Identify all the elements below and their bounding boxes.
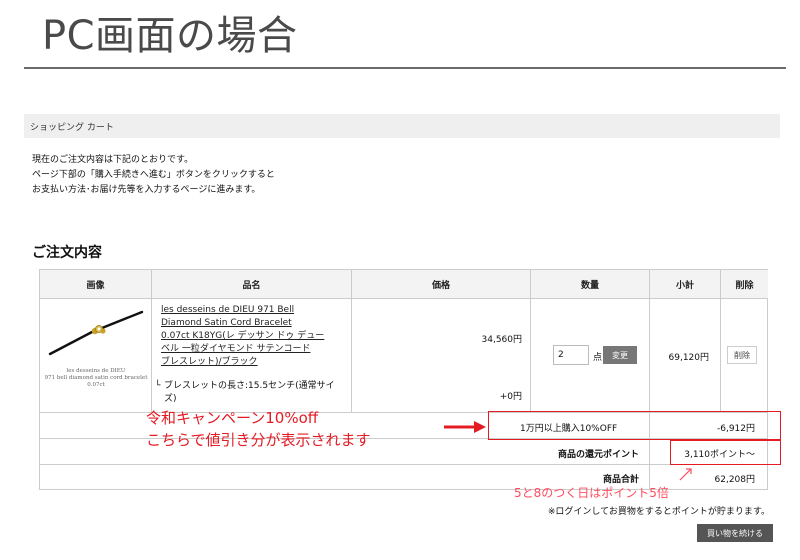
quantity-input[interactable] [553,345,589,365]
product-name-line: 0.07ct K18YG(レ デッサン ドゥ デュー [161,331,325,341]
order-section-title: ご注文内容 [32,245,102,261]
points-highlight-box [670,440,781,465]
login-note: ※ログインしてお買物をするとポイントが貯まります。 [547,507,770,517]
product-name-line: ブレスレット)/ブラック [161,357,258,367]
column-header-delete: 削除 [721,270,768,298]
option-text: ブレスレットの長さ:15.5センチ(通常サイ [164,381,335,391]
option-price: +0円 [499,392,522,402]
discount-highlight-box [488,411,781,440]
image-caption: 0.07ct [87,382,105,388]
product-name-line: les desseins de DIEU 971 Bell [161,305,295,315]
arrow-up-right-icon [679,468,692,481]
product-image[interactable]: les desseins de DIEU 971 bell diamond sa… [44,306,148,406]
total-value: 62,208円 [714,475,756,485]
option-text: ズ) [164,394,177,404]
bracelet-image [48,310,144,356]
quantity-unit: 点 [593,353,603,363]
points-label: 商品の還元ポイント [557,450,639,460]
column-divider [649,270,650,490]
column-divider [351,270,352,412]
product-price: 34,560円 [481,335,523,345]
row-divider [40,464,767,465]
intro-line: 現在のご注文内容は下記のとおりです。 [32,155,194,165]
product-name-link[interactable]: les desseins de DIEU 971 Bell Diamond Sa… [161,304,341,369]
column-header-qty: 数量 [531,270,649,298]
delete-item-button[interactable]: 削除 [727,346,757,364]
intro-line: ページ下部の「購入手続きへ進む」ボタンをクリックすると [32,170,275,180]
arrow-right-icon [444,421,486,433]
column-header-price: 価格 [352,270,530,298]
option-mark: └ [155,381,161,391]
intro-text: 現在のご注文内容は下記のとおりです。 ページ下部の「購入手続きへ進む」ボタンをク… [32,153,275,198]
slide-title: PC画面の場合 [42,13,298,59]
image-caption: 971 bell diamond satin cord bracelet [44,375,148,381]
product-name-line: Diamond Satin Cord Bracelet [161,318,292,328]
column-divider [530,270,531,412]
column-header-image: 画像 [40,270,151,298]
image-caption: les desseins de DIEU [66,368,126,374]
campaign-annotation: こちらで値引き分が表示されます [146,431,371,449]
cart-table: 画像 品名 価格 数量 小計 削除 les desseins de DIEU 9… [39,269,768,490]
product-option: └ ブレスレットの長さ:15.5センチ(通常サイ ズ) [155,380,345,406]
column-header-subtotal: 小計 [650,270,720,298]
column-divider [720,270,721,412]
page-header: ショッピング カート [24,114,780,138]
column-divider [151,270,152,412]
change-quantity-button[interactable]: 変更 [603,346,637,364]
product-name-line: ベル 一粒ダイヤモンド サテンコード [161,344,311,354]
title-divider [24,67,786,69]
product-subtotal: 69,120円 [668,353,710,363]
row-divider [40,298,767,299]
column-header-name: 品名 [152,270,351,298]
points-annotation: 5と8のつく日はポイント5倍 [514,486,669,500]
continue-shopping-button[interactable]: 買い物を続ける [697,524,773,542]
campaign-annotation: 令和キャンペーン10%off [146,409,319,427]
intro-line: お支払い方法･お届け先等を入力するページに進みます。 [32,185,261,195]
page-header-title: ショッピング カート [30,123,114,133]
